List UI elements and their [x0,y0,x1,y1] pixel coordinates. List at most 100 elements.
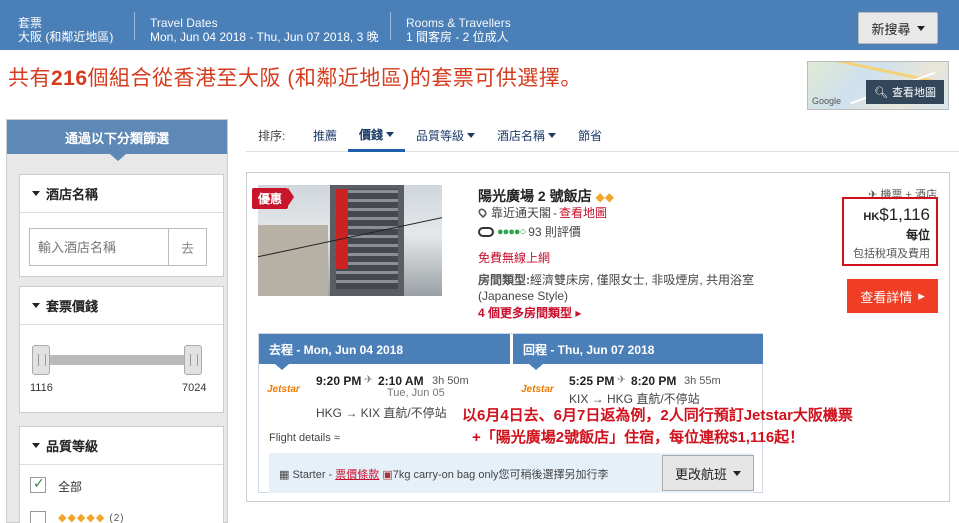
filter-title: 通過以下分類篩選 [7,120,227,154]
fare-info: ▦ Starter - 票價條款 ▣7kg carry-on bag only您… [279,466,609,482]
price-filter-title: 套票價錢 [46,299,99,314]
room-type: 房間類型:經濟雙床房, 僅限女士, 非吸煙房, 共用浴室 (Japanese S… [478,272,768,304]
hotel-location: 靠近通天閣 - 查看地圖 [476,204,607,221]
review-count: 93 則評價 [528,225,581,239]
flight-details-label: Flight details [269,432,331,444]
search-summary-bar: 套票 大阪 (和鄰近地區) Travel Dates Mon, Jun 04 2… [0,0,959,50]
result-count: 216 [51,67,88,90]
sort-recommended[interactable]: 推薦 [302,120,348,152]
chevron-down-icon: ≈ [333,432,340,444]
room-type-label: 房間類型: [478,273,530,287]
change-flight-button[interactable]: 更改航班 [662,455,754,491]
outbound-arrival-time: 2:10 AM [378,374,424,388]
chevron-down-icon [32,191,40,196]
sort-hotel-name[interactable]: 酒店名稱 [486,120,567,152]
view-map-button[interactable]: 🔍︎ 查看地圖 [866,80,944,104]
hotel-name-text: 陽光廣場 2 號飯店 [478,188,592,204]
hotel-name-input[interactable] [29,228,169,266]
new-search-button[interactable]: 新搜尋 [858,12,938,44]
results-headline: 共有216個組合從香港至大阪 (和鄰近地區)的套票可供選擇。 [8,62,582,92]
sort-quality[interactable]: 品質等級 [405,120,486,152]
bag-icon: ▣ [382,469,393,481]
airline-logo-return: Jetstar [521,384,554,395]
price-min-value: 1116 [30,382,53,394]
sort-hotel-name-label: 酒店名稱 [497,129,546,143]
destination-value: 大阪 (和鄰近地區) [18,30,114,44]
promo-line-1: 以6月4日去、6月7日返為例，2人同行預訂Jetstar大阪機票 [462,407,853,424]
quality-all-checkbox[interactable] [30,475,46,493]
price-currency: HK [863,211,880,223]
search-icon: 🔍︎ [874,86,888,99]
deal-badge: 優惠 [252,188,295,209]
headline-suffix: 個組合從香港至大阪 (和鄰近地區)的套票可供選擇。 [87,67,582,90]
more-room-types-label: 4 個更多房間類型 [478,306,573,320]
flight-details-toggle[interactable]: Flight details ≈ [269,432,340,444]
outbound-header: 去程 - Mon, Jun 04 2018 [259,334,510,364]
price-filter: 套票價錢 1116 7024 [19,286,224,413]
hotel-rating-diamonds: ◆◆ [595,190,614,204]
hotel-name-go-button[interactable]: 去 [169,228,207,266]
package-result-card: 優惠 陽光廣場 2 號飯店 ◆◆ 靠近通天閣 - 查看地圖 ●●●●○ 93 則… [246,172,950,502]
price-filter-header[interactable]: 套票價錢 [20,287,223,325]
rooms-label: Rooms & Travellers [406,16,511,30]
sort-price[interactable]: 價錢 [348,120,406,152]
quality-filter-title: 品質等級 [46,439,99,454]
sort-quality-label: 品質等級 [416,129,465,143]
chevron-down-icon [916,25,925,31]
chevron-down-icon [386,131,395,137]
new-search-label: 新搜尋 [871,21,911,37]
headline-prefix: 共有 [8,67,51,90]
quality-filter-header[interactable]: 品質等級 [20,427,223,465]
location-pin-icon [476,206,489,219]
price-slider-max-handle[interactable] [184,345,202,375]
outbound-departure-time: 9:20 PM [316,374,362,388]
plane-icon: ✈ [617,374,627,386]
quality-all-label: 全部 [58,480,83,494]
diamond-icons: ◆◆◆◆◆ [58,512,106,523]
price-slider-min-handle[interactable] [32,345,50,375]
price-box: HK$1,116 每位 包括稅項及費用 [842,197,938,266]
quality-4-diamonds: ◆◆◆◆◆ (2) [58,511,125,523]
title-pointer [110,154,126,161]
quality-4-count: (2) [109,513,125,523]
hotel-name-filter-header[interactable]: 酒店名稱 [20,175,223,213]
price-slider-track[interactable] [42,355,202,365]
review-rating[interactable]: ●●●●○ 93 則評價 [478,223,581,240]
map-thumbnail[interactable]: Google 🔍︎ 查看地圖 [807,61,949,110]
more-room-types-link[interactable]: 4 個更多房間類型 ▸ [478,304,581,321]
view-map-link[interactable]: 查看地圖 [559,204,607,221]
hotel-name-filter: 酒店名稱 去 [19,174,224,277]
per-person-label: 每位 [905,228,930,242]
return-arrival-time: 8:20 PM [631,374,677,388]
dates-label: Travel Dates [150,16,218,30]
price-value: $1,116 [879,205,930,224]
outbound-route: HKG → KIX 直航/不停站 [316,406,447,420]
rooms-value: 1 間客房 - 2 位成人 [406,30,509,44]
return-departure-time: 5:25 PM [569,374,615,388]
chevron-right-icon: ▸ [575,306,582,320]
tripadvisor-owl-icon [478,226,494,237]
fare-class-icon: ▦ [279,469,290,481]
free-wifi-label: 免費無線上網 [478,251,551,265]
quality-filter: 品質等級 全部 ◆◆◆◆◆ (2) [19,426,224,523]
plane-icon: ✈ [364,374,374,386]
hotel-name[interactable]: 陽光廣場 2 號飯店 ◆◆ [478,186,614,206]
airline-name: Jetstar [267,384,300,395]
rooms-summary: Rooms & Travellers 1 間客房 - 2 位成人 [406,16,511,44]
photo-building [258,225,328,296]
quality-4-checkbox[interactable] [30,511,46,523]
package-label: 套票 [18,16,43,30]
view-details-button[interactable]: 查看詳情 ▸ [847,279,938,313]
chevron-down-icon [467,133,476,138]
sort-savings[interactable]: 節省 [567,120,613,152]
fare-row: ▦ Starter - 票價條款 ▣7kg carry-on bag only您… [269,453,754,493]
location-text: 靠近通天閣 [491,206,552,220]
fare-rules-link[interactable]: 票價條款 [335,469,379,481]
return-header: 回程 - Thu, Jun 07 2018 [512,334,763,364]
sort-label: 排序: [258,129,286,143]
sort-bar: 排序: 推薦 價錢 品質等級 酒店名稱 節省 [246,120,959,152]
view-details-label: 查看詳情 [860,289,913,305]
price: HK$1,116 [844,205,930,225]
sort-price-label: 價錢 [359,127,384,142]
promo-line-2: +「陽光廣場2號飯店」住宿，每位連稅$1,116起！ [472,429,805,446]
